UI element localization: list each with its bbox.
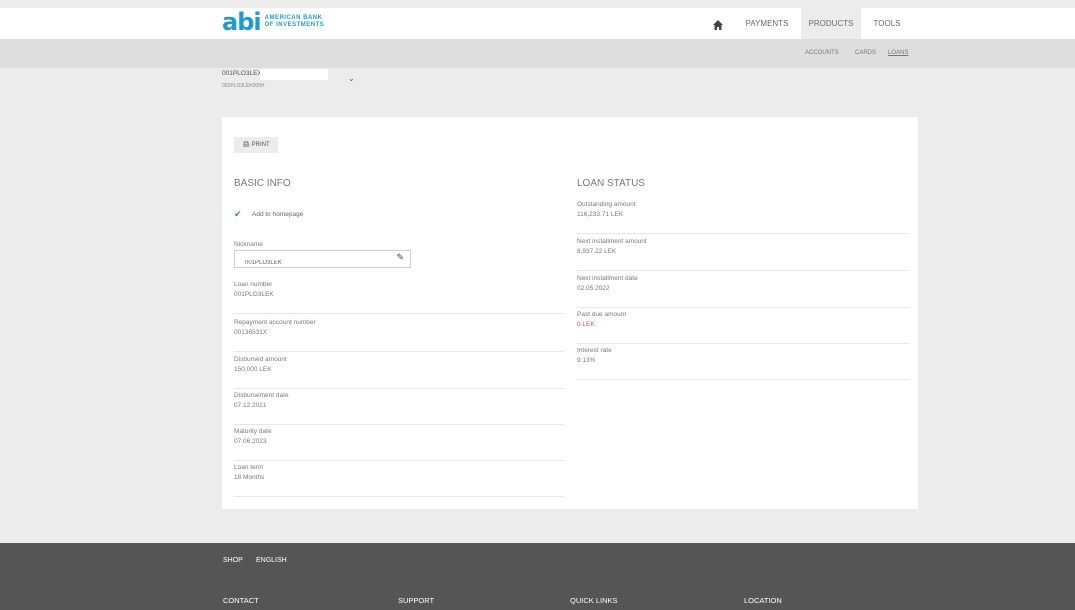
subnav-accounts[interactable]: ACCOUNTS (805, 39, 839, 68)
account-number: 001PLO3LEK005H (222, 83, 265, 89)
nickname-field[interactable]: ✎ (234, 250, 411, 271)
field-label: Next installment amount (577, 238, 647, 245)
field-value: 150,000 LEK (234, 366, 272, 373)
footer-shop-link[interactable]: SHOP (223, 557, 243, 564)
field-interest-rate: Interest rate 9.13% (577, 343, 909, 380)
field-disbursement-date: Disbursement date 07.12.2021 (234, 388, 564, 425)
chevron-down-icon[interactable]: ⌄ (348, 74, 355, 83)
footer-support-heading: SUPPORT (398, 596, 435, 605)
sub-nav: ACCOUNTS CARDS LOANS (0, 39, 1075, 68)
add-to-homepage-label: Add to homepage (252, 210, 304, 218)
field-value: 07.12.2021 (234, 402, 267, 409)
field-value: 00136531X (234, 329, 268, 336)
print-label: PRINT (251, 142, 270, 148)
field-maturity-date: Maturity date 07.06.2023 (234, 424, 564, 461)
footer-contact-heading: CONTACT (223, 596, 259, 605)
field-disbursed-amount: Disbursed amount 150,000 LEK (234, 352, 564, 389)
account-selector[interactable]: 001PLO3LEX 001PLO3LEK005H ⌄ (222, 68, 360, 92)
field-value: 001PLO3LEK (234, 291, 274, 298)
field-label: Loan number (234, 281, 273, 288)
nickname-label: Nickname (234, 241, 263, 248)
field-label: Disbursed amount (234, 356, 287, 363)
field-loan-term: Loan term 18 Months (234, 460, 564, 497)
field-value: 07.06.2023 (234, 438, 267, 445)
field-value: 116,233.71 LEK (577, 211, 624, 218)
account-name-mask (260, 69, 328, 80)
field-label: Disbursement date (234, 392, 289, 399)
site-footer: SHOP ENGLISH CONTACT SUPPORT QUICK LINKS… (0, 543, 1075, 610)
loan-details-card: 🖨 PRINT BASIC INFO LOAN STATUS ✔ Add to … (222, 117, 918, 509)
subnav-loans[interactable]: LOANS (888, 39, 908, 68)
home-icon[interactable] (712, 18, 724, 30)
field-label: Loan term (234, 464, 264, 471)
field-value: 9.13% (577, 357, 596, 364)
nickname-input[interactable] (243, 255, 387, 271)
nav-payments[interactable]: PAYMENTS (738, 8, 796, 39)
print-icon: 🖨 (242, 142, 250, 148)
pencil-icon[interactable]: ✎ (396, 252, 404, 263)
footer-language-link[interactable]: ENGLISH (256, 557, 287, 564)
field-past-due-amount: Past due amount 0 LEK (577, 307, 909, 344)
subnav-cards[interactable]: CARDS (855, 39, 876, 68)
field-label: Interest rate (577, 347, 612, 354)
loan-status-title: LOAN STATUS (577, 178, 645, 189)
field-loan-number: Loan number 001PLO3LEK (234, 277, 564, 314)
footer-quick-links-heading: QUICK LINKS (570, 596, 618, 605)
add-to-homepage-checkbox[interactable]: ✔ Add to homepage (234, 204, 303, 224)
field-label: Outstanding amount (577, 201, 636, 208)
field-next-installment-amount: Next installment amount 8,937.22 LEK (577, 234, 909, 271)
field-value: 18 Months (234, 474, 265, 481)
field-repayment-account: Repayment account number 00136531X (234, 315, 564, 352)
field-label: Maturity date (234, 428, 272, 435)
field-label: Next installment date (577, 275, 638, 282)
main-nav: PAYMENTS PRODUCTS TOOLS (0, 8, 1075, 39)
field-label: Repayment account number (234, 319, 316, 326)
field-value: 02.05.2022 (577, 285, 610, 292)
field-label: Past due amount (577, 311, 627, 318)
account-name: 001PLO3LEX (222, 70, 262, 77)
nav-tools[interactable]: TOOLS (868, 8, 906, 39)
footer-location-heading: LOCATION (744, 596, 782, 605)
checkmark-icon: ✔ (234, 209, 242, 219)
field-outstanding-amount: Outstanding amount 116,233.71 LEK (577, 197, 909, 234)
nav-products[interactable]: PRODUCTS (801, 8, 861, 39)
field-value: 8,937.22 LEK (577, 248, 617, 255)
print-button[interactable]: 🖨 PRINT (234, 137, 278, 153)
field-value: 0 LEK (577, 321, 595, 328)
field-next-installment-date: Next installment date 02.05.2022 (577, 271, 909, 308)
basic-info-title: BASIC INFO (234, 178, 291, 189)
